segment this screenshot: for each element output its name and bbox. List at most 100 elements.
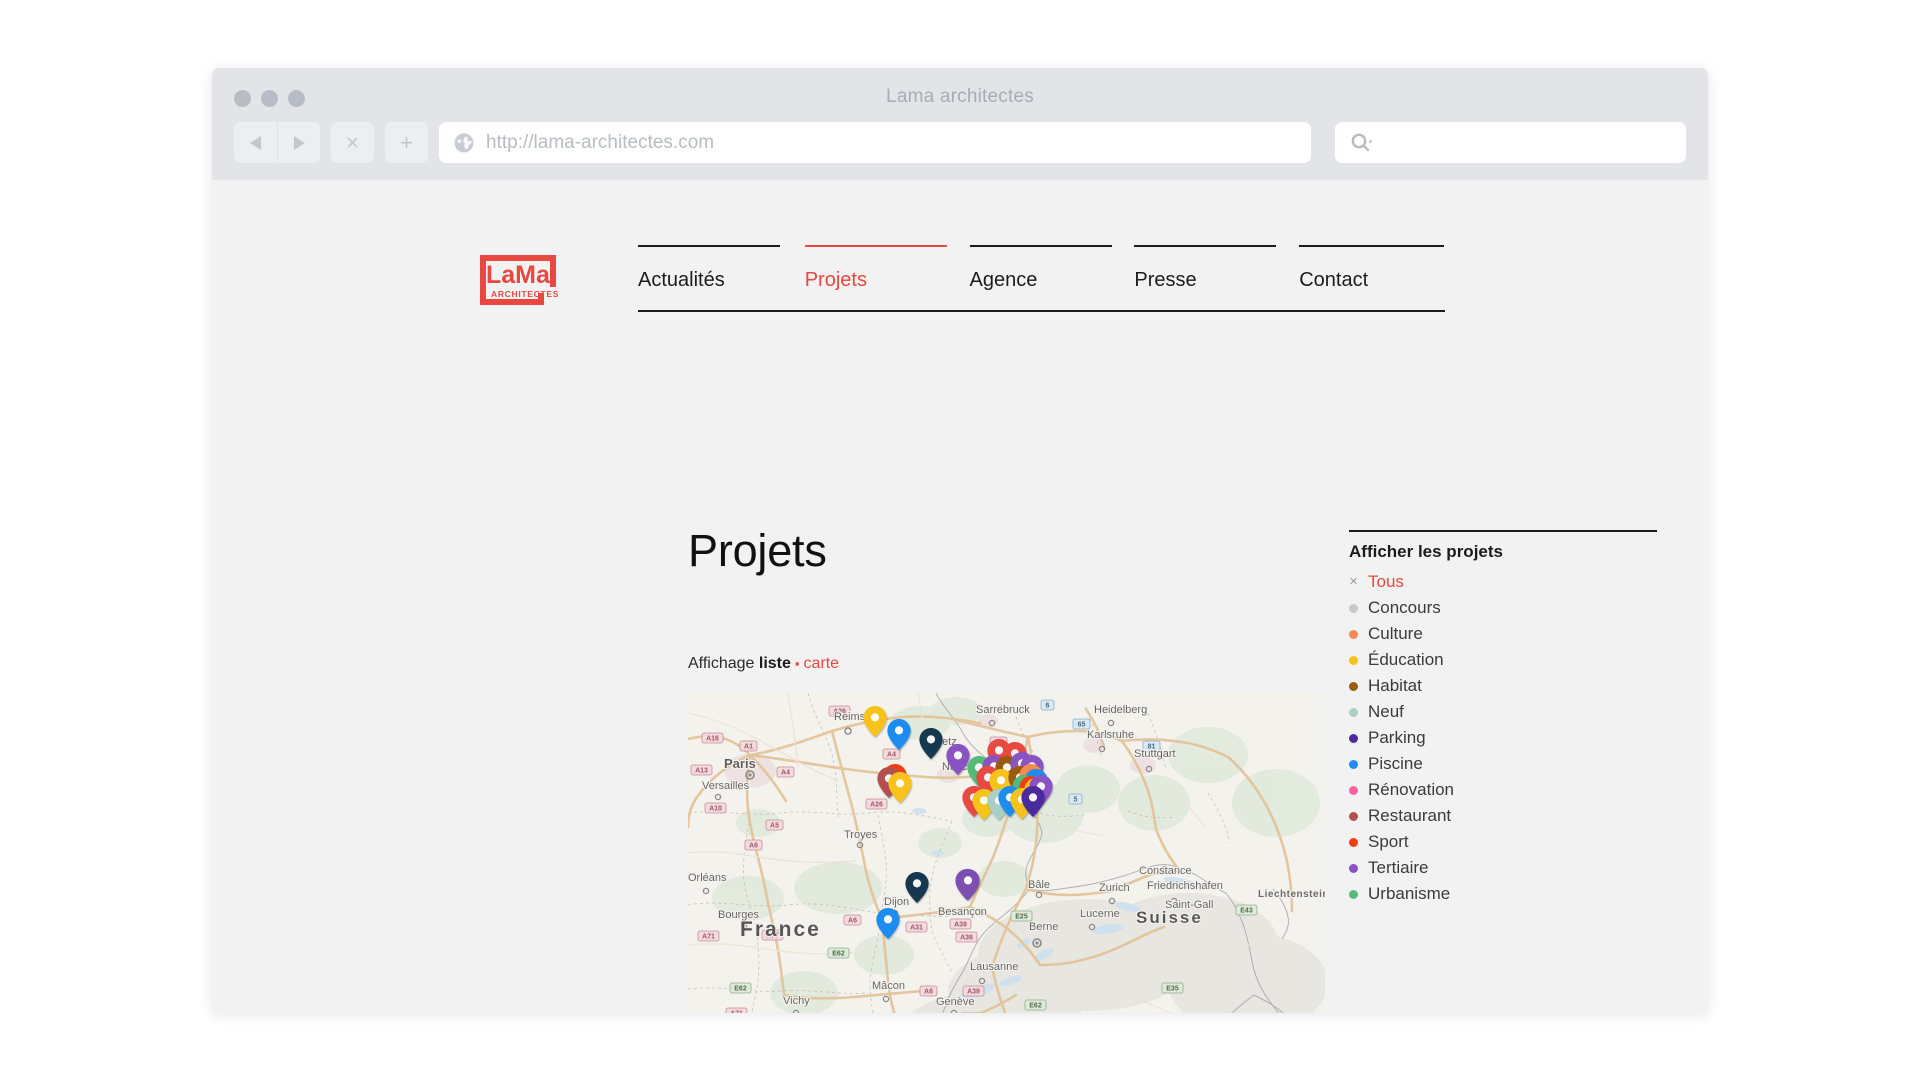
project-map[interactable]: A26A16A1A13A4A4A4A10A5A6A26A31A31A71A71A… [688, 693, 1325, 1013]
map-city-label: Versailles [702, 780, 750, 792]
filter-bullet-icon [1349, 785, 1358, 795]
address-bar[interactable]: http://lama-architectes.com [439, 122, 1311, 163]
svg-text:A36: A36 [960, 935, 973, 942]
svg-text:A5: A5 [770, 823, 779, 830]
filter-label: Sport [1368, 832, 1409, 851]
nav-item-agence[interactable]: Agence [969, 245, 1127, 310]
filter-item-sport[interactable]: Sport [1349, 829, 1657, 855]
svg-text:LaMa: LaMa [486, 261, 551, 289]
filter-bullet-icon [1349, 889, 1358, 899]
filter-item-ducation[interactable]: Éducation [1349, 647, 1657, 673]
svg-text:65: 65 [1078, 722, 1086, 729]
nav-item-actualites[interactable]: Actualités [638, 245, 797, 310]
filters-title: Afficher les projets [1349, 542, 1503, 561]
map-country-label: Suisse [1136, 908, 1203, 927]
window-title: Lama architectes [886, 86, 1034, 107]
road-shield: 65 [1072, 718, 1091, 730]
road-shield: E62 [1024, 999, 1047, 1011]
filter-item-urbanisme[interactable]: Urbanisme [1349, 881, 1657, 907]
svg-text:E43: E43 [1240, 908, 1253, 915]
display-mode-list-link[interactable]: liste [759, 655, 791, 672]
svg-text:E62: E62 [832, 951, 845, 958]
map-city-label: Heidelberg [1094, 704, 1147, 716]
svg-text:A4: A4 [887, 752, 896, 759]
filter-label: Rénovation [1368, 780, 1455, 799]
nav-rule [969, 245, 1112, 247]
filter-bullet-icon [1349, 863, 1358, 873]
svg-text:ARCHITECTES: ARCHITECTES [491, 289, 558, 299]
filter-item-concours[interactable]: Concours [1349, 595, 1657, 621]
display-mode-map-link[interactable]: carte [804, 655, 840, 672]
forward-button[interactable] [277, 122, 320, 163]
filter-item-restaurant[interactable]: Restaurant [1349, 803, 1657, 829]
map-country-label: France [740, 918, 821, 941]
road-shield: A26 [865, 798, 888, 810]
svg-text:A6: A6 [749, 843, 758, 850]
map-city-label: Orléans [688, 872, 727, 884]
nav-item-presse[interactable]: Presse [1134, 245, 1291, 310]
nav-item-contact[interactable]: Contact [1299, 245, 1445, 310]
filter-item-neuf[interactable]: Neuf [1349, 699, 1657, 725]
browser-window: Lama architectes × + http://lama-archite… [212, 68, 1708, 1013]
stop-button[interactable]: × [331, 122, 374, 163]
map-city-label: Karlsruhe [1087, 729, 1134, 741]
browser-chrome: Lama architectes × + http://lama-archite… [212, 68, 1708, 180]
svg-text:5: 5 [1074, 797, 1078, 804]
svg-text:A39: A39 [967, 989, 980, 996]
road-shield: E62 [827, 947, 850, 959]
road-shield: A6 [744, 839, 763, 851]
nav-label-presse: Presse [1134, 269, 1197, 291]
road-shield: E43 [1235, 904, 1258, 916]
display-mode-switch: Affichage liste ▪ carte [688, 655, 839, 673]
svg-text:E62: E62 [734, 986, 747, 993]
nav-label-projets: Projets [804, 269, 867, 291]
browser-search-field[interactable] [1335, 122, 1686, 163]
map-city-label: Genève [936, 996, 975, 1008]
svg-text:A26: A26 [870, 802, 883, 809]
road-shield: E35 [1161, 982, 1184, 994]
road-shield: A13 [690, 764, 713, 776]
filter-label: Parking [1368, 728, 1426, 747]
main-navigation: Actualités Projets Agence Presse Contact [638, 245, 1445, 312]
filter-label: Culture [1368, 624, 1423, 643]
filter-item-tous[interactable]: ✕ Tous [1349, 569, 1657, 595]
road-shield: A31 [905, 921, 928, 933]
filters-list: ✕ Tous Concours Culture Éducation Habitat Neuf… [1349, 569, 1657, 907]
nav-item-projets[interactable]: Projets [804, 245, 962, 310]
globe-icon [453, 132, 475, 154]
filter-item-tertiaire[interactable]: Tertiaire [1349, 855, 1657, 881]
back-button[interactable] [234, 122, 277, 163]
page-content: LaMa ARCHITECTES Actualités Projets Agen… [212, 180, 1708, 1013]
filters-divider [1349, 530, 1657, 532]
forward-arrow-icon [293, 135, 305, 150]
filter-item-parking[interactable]: Parking [1349, 725, 1657, 751]
filter-bullet-icon [1349, 759, 1358, 769]
svg-text:A16: A16 [706, 736, 719, 743]
road-shield: A6 [843, 914, 862, 926]
filter-item-rnovation[interactable]: Rénovation [1349, 777, 1657, 803]
site-logo[interactable]: LaMa ARCHITECTES [478, 253, 558, 307]
filter-bullet-icon [1349, 733, 1358, 743]
svg-text:A71: A71 [730, 1011, 743, 1013]
filter-label: Tous [1368, 572, 1404, 591]
filter-bullet-icon [1349, 811, 1358, 821]
filter-label: Concours [1368, 598, 1441, 617]
svg-text:A1: A1 [744, 744, 753, 751]
filter-bullet-icon [1349, 655, 1358, 665]
road-shield: E62 [729, 982, 752, 994]
svg-text:E62: E62 [1029, 1003, 1042, 1010]
filter-item-habitat[interactable]: Habitat [1349, 673, 1657, 699]
filter-remove-icon[interactable]: ✕ [1349, 576, 1358, 588]
nav-rule-active [804, 245, 947, 247]
display-mode-separator: ▪ [794, 656, 800, 671]
map-city-label: Lausanne [970, 961, 1018, 973]
nav-label-actualites: Actualités [638, 269, 725, 291]
filter-item-culture[interactable]: Culture [1349, 621, 1657, 647]
map-city-label: Berne [1029, 921, 1058, 933]
filter-label: Urbanisme [1368, 884, 1451, 903]
svg-text:A13: A13 [695, 768, 708, 775]
filter-item-piscine[interactable]: Piscine [1349, 751, 1657, 777]
nav-rule [1134, 245, 1277, 247]
filter-bullet-icon [1349, 707, 1358, 717]
new-tab-button[interactable]: + [385, 122, 428, 163]
